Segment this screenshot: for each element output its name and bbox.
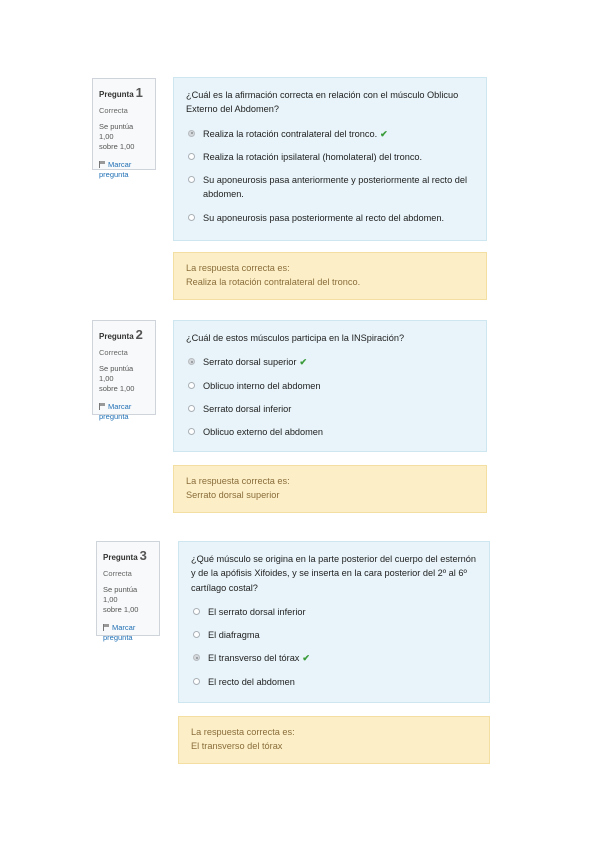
answer-option[interactable]: Oblicuo interno del abdomen bbox=[188, 379, 474, 393]
radio-button[interactable] bbox=[193, 631, 200, 638]
feedback-title: La respuesta correcta es: bbox=[191, 727, 295, 737]
check-icon: ✔ bbox=[299, 357, 308, 368]
flag-icon bbox=[99, 403, 106, 411]
flag-icon bbox=[103, 624, 110, 632]
question-info-1: Pregunta 1 Correcta Se puntúa 1,00 sobre 1… bbox=[92, 78, 156, 179]
answer-option[interactable]: Serrato dorsal superior ✔ bbox=[188, 355, 474, 369]
answer-option[interactable]: Serrato dorsal inferior bbox=[188, 402, 474, 416]
radio-button[interactable] bbox=[193, 607, 200, 615]
answer-option[interactable]: El serrato dorsal inferior bbox=[193, 605, 477, 619]
question-grade: Se puntúa 1,00 sobre 1,00 bbox=[99, 121, 135, 151]
question-text: ¿Cuál es la afirmación correcta en relac… bbox=[186, 90, 459, 115]
answer-option[interactable]: El diafragma bbox=[193, 628, 477, 642]
radio-button[interactable] bbox=[193, 654, 200, 662]
feedback-answer: El transverso del tórax bbox=[191, 740, 283, 751]
flag-question-link[interactable]: Marcar pregunta bbox=[103, 623, 153, 643]
feedback-answer: Realiza la rotación contralateral del tr… bbox=[186, 276, 361, 287]
answer-option[interactable]: Su aponeurosis pasa posteriormente al re… bbox=[188, 211, 474, 225]
radio-button[interactable] bbox=[188, 213, 195, 221]
question-state: Correcta bbox=[99, 347, 128, 357]
question-info-2: Pregunta 2 Correcta Se puntúa 1,00 sobre 1… bbox=[92, 320, 156, 421]
question-content-3: ¿Qué músculo se origina en la parte post… bbox=[178, 541, 490, 703]
question-text: ¿Qué músculo se origina en la parte post… bbox=[191, 554, 476, 593]
radio-button[interactable] bbox=[188, 129, 195, 137]
flag-icon bbox=[99, 161, 106, 169]
check-icon: ✔ bbox=[302, 653, 311, 664]
question-state: Correcta bbox=[99, 105, 128, 115]
answer-option[interactable]: Realiza la rotación ipsilateral (homolat… bbox=[188, 150, 474, 164]
question-info-3: Pregunta 3 Correcta Se puntúa 1,00 sobre 1… bbox=[96, 541, 160, 642]
question-title: Pregunta 1 bbox=[99, 85, 143, 100]
question-grade: Se puntúa 1,00 sobre 1,00 bbox=[103, 584, 139, 614]
radio-button[interactable] bbox=[188, 152, 195, 160]
flag-question-link[interactable]: Marcar pregunta bbox=[99, 402, 149, 422]
answer-option[interactable]: Su aponeurosis pasa anteriormente y post… bbox=[188, 173, 474, 202]
answer-option[interactable]: El recto del abdomen bbox=[193, 675, 477, 689]
radio-button[interactable] bbox=[188, 358, 195, 366]
radio-button[interactable] bbox=[193, 677, 200, 685]
check-icon: ✔ bbox=[380, 128, 388, 139]
question-text: ¿Cuál de estos músculos participa en la … bbox=[186, 333, 405, 343]
question-title: Pregunta 3 bbox=[103, 548, 147, 563]
feedback-box-1: La respuesta correcta es: Realiza la rot… bbox=[173, 252, 487, 300]
answer-option[interactable]: El transverso del tórax ✔ bbox=[193, 651, 477, 665]
question-grade: Se puntúa 1,00 sobre 1,00 bbox=[99, 363, 135, 393]
question-title: Pregunta 2 bbox=[99, 327, 143, 342]
feedback-title: La respuesta correcta es: bbox=[186, 263, 290, 273]
radio-button[interactable] bbox=[188, 404, 195, 412]
answer-option[interactable]: Oblicuo externo del abdomen bbox=[188, 425, 474, 439]
feedback-answer: Serrato dorsal superior bbox=[186, 489, 280, 500]
feedback-box-2: La respuesta correcta es: Serrato dorsal… bbox=[173, 465, 487, 513]
feedback-title: La respuesta correcta es: bbox=[186, 476, 290, 486]
feedback-box-3: La respuesta correcta es: El transverso … bbox=[178, 716, 490, 764]
answer-option[interactable]: Realiza la rotación contralateral del tr… bbox=[188, 127, 474, 141]
radio-button[interactable] bbox=[188, 381, 195, 389]
radio-button[interactable] bbox=[188, 176, 195, 183]
flag-question-link[interactable]: Marcar pregunta bbox=[99, 160, 149, 180]
question-content-1: ¿Cuál es la afirmación correcta en relac… bbox=[173, 77, 487, 241]
question-state: Correcta bbox=[103, 568, 132, 578]
question-content-2: ¿Cuál de estos músculos participa en la … bbox=[173, 320, 487, 452]
radio-button[interactable] bbox=[188, 428, 195, 435]
